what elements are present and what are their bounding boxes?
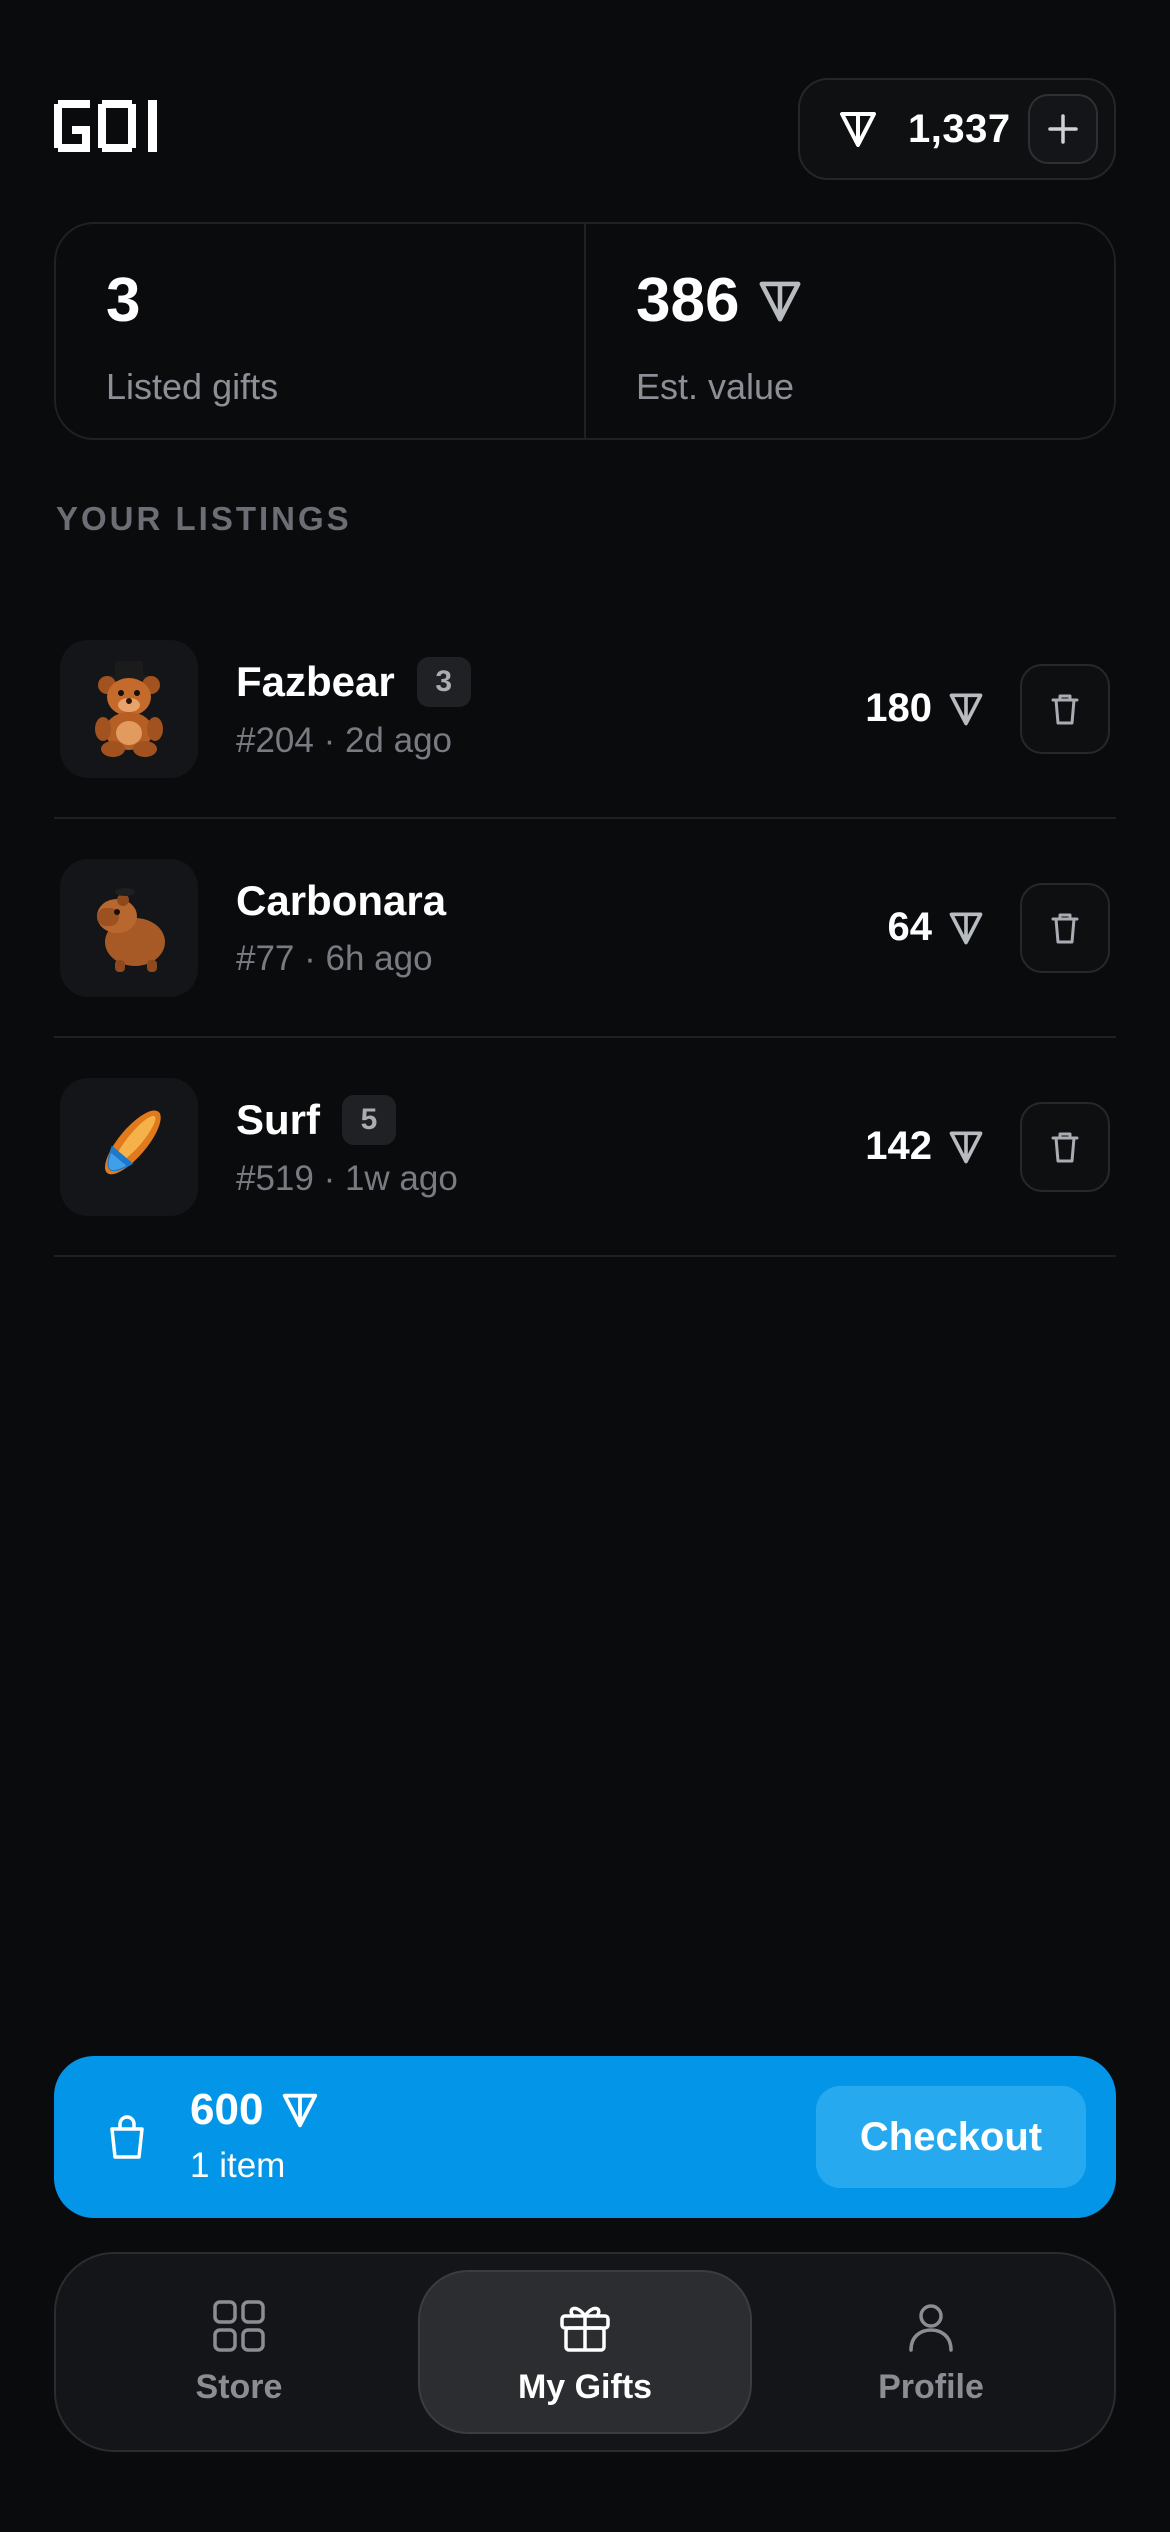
add-funds-button[interactable] [1028,94,1098,164]
gift-info: Surf 5 #519 · 1w ago [236,1094,458,1199]
list-item[interactable]: Surf 5 #519 · 1w ago 142 [54,1038,1116,1257]
gift-price: 180 [865,686,986,731]
cart-item-count: 1 item [190,2146,286,2185]
gift-info: Carbonara #77 · 6h ago [236,877,446,979]
listed-gifts-value: 3 [106,266,141,335]
nav-item-store[interactable]: Store [72,2270,406,2434]
gift-price-amount: 180 [865,686,932,730]
teddy-bear-icon [95,660,163,757]
ton-icon [949,1131,983,1163]
gift-name-line: Fazbear 3 [236,656,471,707]
gift-meta: #77 · 6h ago [236,938,433,978]
gift-icon [560,2306,610,2352]
grid-icon [213,2299,265,2352]
nav-item-my-gifts[interactable]: My Gifts [418,2270,752,2434]
user-icon [909,2303,953,2352]
gift-thumbnail [60,639,198,778]
capybara-icon [97,887,165,972]
listings-list: Fazbear 3 #204 · 2d ago 180 Carbonara #7… [54,600,1116,1257]
gift-thumbnail [60,1077,198,1216]
est-value-amount: 386 [636,266,740,335]
surfboard-icon [104,1109,161,1174]
cart-bar[interactable]: 600 1 item Checkout [54,2056,1116,2218]
plus-icon [1048,114,1078,144]
my-gifts-screen: 1,337 3 Listed gifts 386 Est. value YOUR… [0,0,1170,2532]
gift-meta: #204 · 2d ago [236,720,453,760]
bottom-nav: Store My Gifts Profile [54,2252,1116,2452]
gift-quantity-badge: 3 [416,656,471,707]
delete-listing-button[interactable] [1020,663,1110,754]
gift-name: Surf [236,1095,320,1143]
gift-thumbnail [60,858,198,997]
gift-name: Carbonara [236,876,447,924]
ton-icon [840,112,876,147]
list-item[interactable]: Fazbear 3 #204 · 2d ago 180 [54,600,1116,819]
listed-gifts-stat: 3 Listed gifts [56,224,584,438]
gift-price: 64 [888,905,987,950]
ton-icon [283,2093,318,2128]
list-item[interactable]: Carbonara #77 · 6h ago 64 [54,819,1116,1038]
cart-total-line: 600 [190,2088,321,2132]
ton-icon [949,912,983,944]
gift-quantity-badge: 5 [342,1094,396,1145]
checkout-button[interactable]: Checkout [816,2086,1086,2188]
gift-price-amount: 64 [887,905,933,949]
gift-name-line: Surf 5 [236,1094,458,1145]
trash-icon [1051,694,1079,724]
nav-item-profile[interactable]: Profile [764,2270,1098,2434]
gift-price-amount: 142 [865,1124,932,1168]
balance-pill[interactable]: 1,337 [798,78,1116,180]
section-title: YOUR LISTINGS [56,500,352,537]
trash-icon [1051,913,1079,943]
gift-name: Fazbear [236,657,395,705]
delete-listing-button[interactable] [1020,882,1110,973]
gift-price: 142 [865,1124,986,1169]
nav-item-label: Store [195,2367,283,2406]
gift-info: Fazbear 3 #204 · 2d ago [236,656,471,761]
listed-gifts-label: Listed gifts [106,366,279,407]
nav-item-label: Profile [878,2367,984,2406]
est-value-line: 386 [636,270,1114,332]
gift-meta: #519 · 1w ago [236,1158,458,1198]
app-logo [54,100,174,157]
trash-icon [1051,1132,1079,1162]
shopping-bag-icon [110,2115,144,2159]
ton-icon [949,693,983,725]
cart-total-amount: 600 [190,2085,264,2134]
gift-name-line: Carbonara [236,877,446,925]
delete-listing-button[interactable] [1020,1101,1110,1192]
balance-amount: 1,337 [908,106,1011,151]
est-value-label: Est. value [636,366,795,407]
cart-info: 600 1 item [190,2088,321,2186]
ton-icon [759,281,801,322]
nav-item-label: My Gifts [517,2367,653,2406]
est-value-stat: 386 Est. value [584,224,1114,438]
stats-card: 3 Listed gifts 386 Est. value [54,222,1116,440]
